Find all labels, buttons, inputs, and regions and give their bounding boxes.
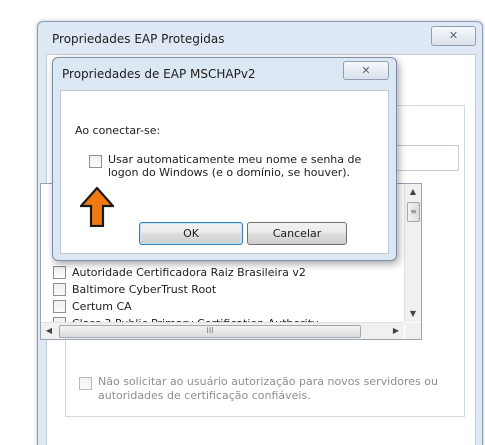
certificate-checkbox[interactable] (53, 265, 66, 279)
list-item[interactable]: Certum CA (53, 298, 132, 314)
auto-logon-checkbox[interactable] (89, 155, 102, 168)
horizontal-scroll-thumb[interactable]: III (59, 325, 361, 338)
certificate-checkbox[interactable] (53, 299, 66, 313)
certificate-name: Autoridade Certificadora Raiz Brasileira… (72, 265, 306, 279)
vertical-scrollbar[interactable]: ▲ ≡ ▼ (404, 184, 421, 322)
certificate-checkbox[interactable] (53, 282, 66, 296)
close-icon: ✕ (361, 64, 371, 77)
no-prompt-label: Não solicitar ao usuário autorização par… (98, 375, 438, 402)
ok-button[interactable]: OK (139, 222, 243, 245)
scroll-up-icon[interactable]: ▲ (405, 184, 421, 200)
dialog-body: Ao conectar-se: Usar automaticamente meu… (60, 90, 389, 254)
dialog-title: Propriedades de EAP MSCHAPv2 (62, 67, 256, 81)
horizontal-scrollbar[interactable]: ◀ III ▶ (41, 322, 404, 339)
certificate-name: Certum CA (72, 299, 132, 313)
list-item[interactable]: Baltimore CyberTrust Root (53, 281, 216, 297)
mschapv2-properties-dialog: Propriedades de EAP MSCHAPv2 ✕ Ao conect… (52, 57, 397, 261)
scroll-left-icon[interactable]: ◀ (41, 323, 57, 339)
cancel-button[interactable]: Cancelar (247, 222, 347, 245)
vertical-scroll-thumb[interactable]: ≡ (407, 202, 420, 222)
scroll-corner (405, 323, 421, 339)
no-prompt-checkbox (79, 377, 92, 390)
arrow-shape (80, 187, 114, 227)
no-prompt-option: Não solicitar ao usuário autorização par… (79, 375, 459, 403)
outer-close-button[interactable]: ✕ (431, 26, 476, 46)
dialog-close-button[interactable]: ✕ (343, 61, 389, 80)
auto-logon-label[interactable]: Usar automaticamente meu nome e senha de… (108, 153, 373, 179)
connect-label: Ao conectar-se: (75, 124, 161, 137)
scroll-right-icon[interactable]: ▶ (388, 323, 404, 339)
up-arrow-icon (80, 187, 114, 227)
certificate-name: Baltimore CyberTrust Root (72, 282, 217, 296)
auto-logon-option[interactable]: Usar automaticamente meu nome e senha de… (89, 153, 373, 179)
outer-window-title: Propriedades EAP Protegidas (52, 32, 225, 46)
screenshot-stage: Propriedades EAP Protegidas ✕ Autoridade… (0, 0, 485, 445)
list-item[interactable]: Autoridade Certificadora Raiz Brasileira… (53, 264, 306, 280)
scroll-down-icon[interactable]: ▼ (405, 306, 421, 322)
close-icon: ✕ (448, 29, 459, 42)
